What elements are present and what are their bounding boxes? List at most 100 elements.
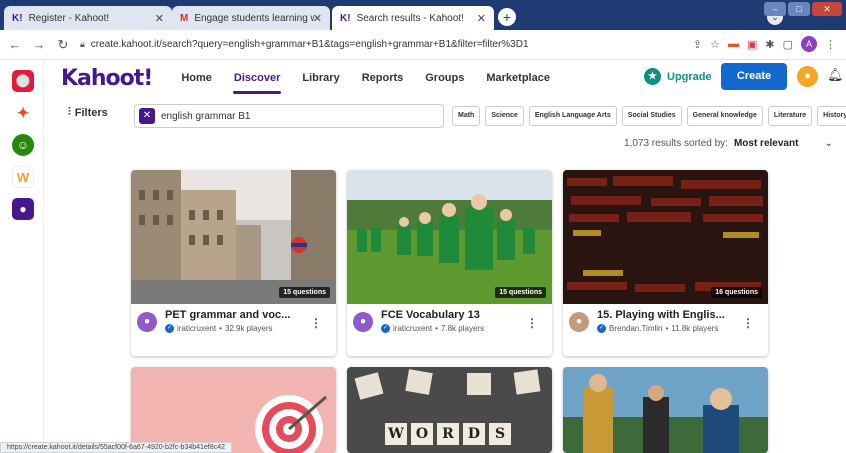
upgrade-button[interactable]: ★ Upgrade [644, 68, 712, 85]
w-app-icon[interactable]: W [12, 166, 34, 188]
create-button[interactable]: Create [721, 63, 787, 90]
left-app-bar: ⚪ ✦ ☺ W ● [0, 60, 44, 453]
chip-social-studies[interactable]: Social Studies [621, 106, 682, 126]
bookmark-star-icon[interactable]: ☆ [710, 38, 720, 51]
chevron-down-icon[interactable]: ⌄ [824, 138, 832, 149]
filters-button[interactable]: ⫶ Filters [68, 106, 108, 119]
card-thumbnail: 15 questions [347, 170, 552, 304]
user-avatar[interactable]: ● [797, 66, 818, 87]
new-tab-button[interactable]: + [498, 8, 516, 26]
kahoot-card[interactable]: 16 questions ● 15. Playing with Englis..… [563, 170, 768, 356]
star-icon: ★ [644, 68, 661, 85]
chip-literature[interactable]: Literature [767, 106, 813, 126]
clear-tag-icon[interactable]: ✕ [139, 108, 155, 124]
words-tiles: W O R D S [385, 423, 511, 445]
search-box[interactable]: ✕ [134, 104, 444, 128]
meta-separator: • [219, 324, 222, 333]
question-count-badge: 16 questions [711, 287, 762, 298]
chip-english-language-arts[interactable]: English Language Arts [528, 106, 617, 126]
extension-icon[interactable]: ▣ [747, 38, 757, 51]
creator-avatar: ● [137, 312, 157, 332]
nav-reports[interactable]: Reports [351, 60, 415, 96]
bell-icon[interactable]: 🔔︎ [827, 67, 844, 83]
creator-avatar: ● [353, 312, 373, 332]
pinwheel-app-icon[interactable]: ✦ [12, 102, 34, 124]
grammar-word-cloud [563, 170, 768, 304]
card-players: 7.8k players [440, 324, 485, 333]
gmail-favicon-icon: M [180, 12, 189, 24]
chip-math[interactable]: Math [452, 106, 481, 126]
kahoot-card[interactable]: 15 questions ● PET grammar and voc... ✓ … [131, 170, 336, 356]
question-count-badge: 15 questions [279, 287, 330, 298]
sort-select[interactable]: Most relevant [734, 138, 798, 149]
results-summary: 1,073 results sorted by: Most relevant ⌄ [624, 138, 833, 149]
nav-discover[interactable]: Discover [223, 60, 291, 96]
tab-title: Register - Kahoot! [28, 12, 110, 24]
maximize-button[interactable]: □ [788, 2, 810, 16]
more-options-icon[interactable]: ⋮ [526, 316, 538, 330]
letter-tile: D [463, 423, 485, 445]
chip-general-knowledge[interactable]: General knowledge [686, 106, 763, 126]
tab-search-results[interactable]: K! Search results - Kahoot! ✕ [332, 6, 494, 30]
menu-dots-icon[interactable]: ⋮ [825, 38, 836, 51]
lock-icon: 🔒︎ [80, 39, 85, 49]
card-author[interactable]: iraticruxent [177, 324, 216, 333]
address-bar: ← → ↻ 🔒︎ create.kahoot.it/search?query=e… [0, 30, 846, 60]
close-icon[interactable]: ✕ [313, 12, 322, 25]
close-icon[interactable]: ✕ [477, 12, 486, 25]
browser-toolbar-icons: ⇪ ☆ ▬ ▣ ✱ ▢ A ⋮ [693, 36, 836, 52]
card-title[interactable]: FCE Vocabulary 13 [381, 309, 480, 321]
creator-avatar: ● [569, 312, 589, 332]
url-field[interactable]: 🔒︎ create.kahoot.it/search?query=english… [80, 39, 529, 50]
filters-label: Filters [74, 106, 108, 119]
minimize-button[interactable]: – [764, 2, 786, 16]
sliders-icon: ⫶ [68, 106, 71, 118]
nav-library[interactable]: Library [291, 60, 350, 96]
main-nav: Home Discover Library Reports Groups Mar… [170, 60, 561, 96]
browser-tab-strip: K! Register - Kahoot! ✕ M Engage student… [0, 0, 846, 30]
card-author[interactable]: Brendan.Timlin [609, 324, 663, 333]
nav-marketplace[interactable]: Marketplace [475, 60, 561, 96]
kahoot-favicon-icon: K! [340, 12, 351, 24]
tab-engage[interactable]: M Engage students learning with sc ✕ [172, 6, 330, 30]
reload-icon[interactable]: ↻ [54, 37, 72, 53]
kahoot-card[interactable] [131, 367, 336, 453]
kahoot-logo[interactable]: Kahoot! [61, 66, 153, 91]
share-icon[interactable]: ⇪ [693, 38, 702, 51]
tab-register[interactable]: K! Register - Kahoot! ✕ [4, 6, 172, 30]
chip-history[interactable]: History [817, 106, 846, 126]
upgrade-label: Upgrade [667, 70, 712, 83]
kahoot-card[interactable]: 15 questions ● FCE Vocabulary 13 ✓ irati… [347, 170, 552, 356]
chip-science[interactable]: Science [485, 106, 524, 126]
extensions-puzzle-icon[interactable]: ✱ [765, 38, 774, 51]
window-controls: – □ ✕ [764, 2, 842, 16]
kahoot-card[interactable] [563, 367, 768, 453]
monster-app-icon[interactable]: ● [12, 198, 34, 220]
card-thumbnail: 15 questions [131, 170, 336, 304]
close-window-button[interactable]: ✕ [812, 2, 842, 16]
more-options-icon[interactable]: ⋮ [310, 316, 322, 330]
more-options-icon[interactable]: ⋮ [742, 316, 754, 330]
card-title[interactable]: PET grammar and voc... [165, 309, 290, 321]
search-input[interactable] [161, 110, 431, 122]
subject-chips: Math Science English Language Arts Socia… [452, 106, 846, 126]
results-count: 1,073 results sorted by: [624, 138, 728, 149]
card-title[interactable]: 15. Playing with Englis... [597, 309, 725, 321]
kahoot-card[interactable]: W O R D S [347, 367, 552, 453]
nav-groups[interactable]: Groups [414, 60, 475, 96]
forward-icon[interactable]: → [30, 37, 48, 52]
url-text: create.kahoot.it/search?query=english+gr… [90, 39, 529, 50]
back-icon[interactable]: ← [6, 37, 24, 52]
meta-separator: • [665, 324, 669, 333]
card-meta: ✓ Brendan.Timlin • 11.8k players [597, 324, 718, 333]
kids-photo [563, 367, 768, 453]
nav-home[interactable]: Home [170, 60, 223, 96]
card-author[interactable]: iraticruxent [393, 324, 432, 333]
sidepanel-icon[interactable]: ▢ [783, 38, 793, 51]
robot-app-icon[interactable]: ☺ [12, 134, 34, 156]
kahoot-app-icon[interactable]: ⚪ [12, 70, 34, 92]
extension-icon[interactable]: ▬ [728, 38, 739, 50]
verified-icon: ✓ [597, 324, 606, 333]
profile-avatar[interactable]: A [801, 36, 817, 52]
close-icon[interactable]: ✕ [155, 12, 164, 25]
